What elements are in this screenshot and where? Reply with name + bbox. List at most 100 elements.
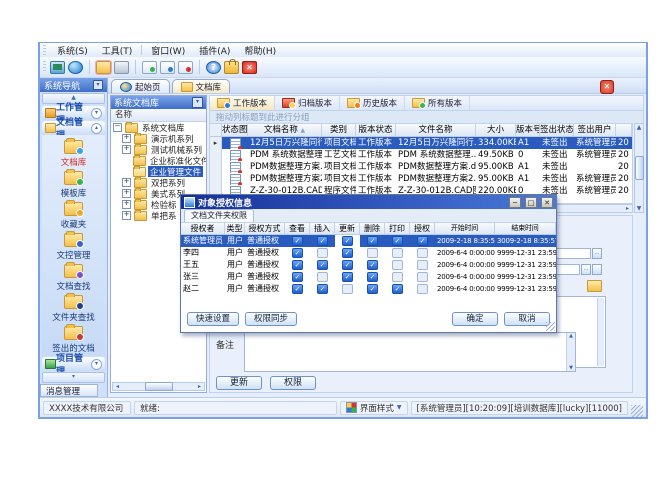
scroll-thumb[interactable] (635, 156, 644, 180)
checkbox-checked[interactable]: ✓ (292, 260, 303, 270)
scroll-right-icon[interactable]: ▸ (195, 383, 204, 390)
collapse-icon[interactable]: − (113, 123, 122, 132)
perm-sync-button[interactable]: 权限同步 (245, 312, 297, 326)
scroll-down-icon[interactable]: ▼ (635, 205, 643, 212)
column-checkout-user[interactable]: 签出用户 (574, 124, 616, 137)
checkbox-checked[interactable]: ✓ (367, 284, 378, 294)
tree-item[interactable]: +演示机系列 (111, 133, 206, 144)
doc-view-icon[interactable] (160, 61, 175, 74)
column-file-name[interactable]: 文件名称 (396, 124, 476, 137)
expand-icon[interactable]: + (122, 134, 131, 143)
ellipsis-button[interactable]: … (581, 264, 591, 275)
sidebar-item-favorites[interactable]: 收藏夹 (42, 201, 105, 232)
sidebar-item-folder-search[interactable]: 文件夹查找 (42, 294, 105, 325)
indicator-column-header[interactable] (210, 124, 222, 137)
sidebar-scroll-down[interactable]: ▾ (42, 372, 105, 383)
detail-input[interactable] (556, 264, 580, 275)
checkbox-unchecked[interactable] (392, 260, 403, 270)
checkbox-checked[interactable]: ✓ (367, 260, 378, 270)
maximize-icon[interactable]: □ (525, 197, 537, 208)
folder-browse-icon[interactable] (587, 280, 602, 292)
resize-grip[interactable] (631, 405, 643, 417)
sidebar-item-doc-library[interactable]: 文档库 (42, 139, 105, 170)
menu-plugins[interactable]: 插件(A) (192, 44, 237, 57)
menu-tools[interactable]: 工具(T) (95, 44, 140, 57)
quick-setup-button[interactable]: 快速设置 (187, 312, 239, 326)
resize-grip[interactable] (546, 322, 555, 331)
column-insert[interactable]: 插入 (310, 223, 335, 235)
checkbox-unchecked[interactable] (317, 248, 328, 258)
minimize-icon[interactable]: ─ (509, 197, 521, 208)
column-end-time[interactable]: 结束时间 (495, 223, 556, 235)
tree-item[interactable]: +双把系列 (111, 177, 206, 188)
checkbox-checked[interactable]: ✓ (292, 236, 303, 246)
checkbox-checked[interactable]: ✓ (292, 248, 303, 258)
checkbox-unchecked[interactable] (392, 248, 403, 258)
perm-row[interactable]: 赵二用户普通授权✓✓✓✓2009-6-4 0:00:009999-12-31 2… (181, 283, 556, 295)
group-by-bar[interactable]: 拖动列标题到此进行分组 (209, 110, 644, 123)
menu-help[interactable]: 帮助(H) (237, 44, 283, 57)
checkbox-checked[interactable]: ✓ (417, 236, 428, 246)
checkbox-checked[interactable]: ✓ (342, 236, 353, 246)
table-row[interactable]: PDM 系统数据整理检…工艺文档工作版本PDM 系统数据整理…49.50KB0未… (210, 149, 632, 161)
tab-history-version[interactable]: 历史版本 (340, 96, 405, 110)
detail-input[interactable] (556, 248, 591, 259)
column-delete[interactable]: 删除 (360, 223, 385, 235)
close-icon[interactable]: ✕ (541, 197, 553, 208)
scroll-left-icon[interactable]: ◂ (113, 383, 122, 390)
tab-work-version[interactable]: 工作版本 (210, 96, 275, 110)
column-print[interactable]: 打印 (385, 223, 410, 235)
column-size[interactable]: 大小 (476, 124, 516, 137)
table-row[interactable]: PDM数据整理方案.doc项目文档工作版本PDM数据整理方案.doc95.00K… (210, 161, 632, 173)
column-type[interactable]: 类型 (225, 223, 245, 235)
expand-icon[interactable]: + (122, 178, 131, 187)
printer-icon[interactable] (114, 61, 129, 74)
menu-system[interactable]: 系统(S) (50, 44, 95, 57)
tree-item[interactable]: 企业管理文件 (111, 166, 206, 177)
column-update[interactable]: 更新 (335, 223, 360, 235)
checkbox-unchecked[interactable] (417, 248, 428, 258)
scroll-up-icon[interactable]: ▲ (567, 333, 575, 339)
help-icon[interactable]: ? (206, 61, 221, 74)
lock-icon[interactable] (224, 61, 239, 74)
chevron-down-icon[interactable]: ▾ (91, 108, 102, 119)
computer-icon[interactable] (50, 61, 65, 74)
perm-row[interactable]: 系统管理员用户普通授权✓✓✓✓✓✓2009-2-18 8:35:573009-2… (181, 235, 556, 247)
ui-style-selector[interactable]: 界面样式 ▼ (340, 401, 408, 415)
tree-item[interactable]: 企业标准化文件 (111, 155, 206, 166)
column-checkout-state[interactable]: 签出状态 (540, 124, 574, 137)
note-textarea[interactable]: ▲▼ (244, 332, 576, 372)
checkbox-checked[interactable]: ✓ (317, 236, 328, 246)
doc-close-icon[interactable] (178, 61, 193, 74)
tree-horizontal-scrollbar[interactable]: ◂ ▸ (112, 382, 205, 391)
sidebar-item-doc-search[interactable]: 文档查找 (42, 263, 105, 294)
doc-new-icon[interactable] (142, 61, 157, 74)
folder-open-icon[interactable] (96, 61, 111, 74)
tab-archive-version[interactable]: 归档版本 (275, 96, 340, 110)
checkbox-checked[interactable]: ✓ (342, 272, 353, 282)
checkbox-checked[interactable]: ✓ (317, 284, 328, 294)
perm-row[interactable]: 李四用户普通授权✓✓2009-6-4 0:00:009999-12-31 23:… (181, 247, 556, 259)
clear-button[interactable] (592, 264, 602, 275)
column-authorize[interactable]: 授权 (410, 223, 435, 235)
column-doc-name[interactable]: 文档名称 ▲ (248, 124, 322, 137)
chevron-down-icon[interactable]: ▾ (192, 97, 203, 108)
stop-icon[interactable]: ✕ (242, 61, 257, 74)
column-clipped[interactable] (616, 124, 632, 137)
sidebar-item-doc-control[interactable]: 文控管理 (42, 232, 105, 263)
table-vertical-scrollbar[interactable]: ▲ ▼ (634, 123, 644, 213)
checkbox-checked[interactable]: ✓ (317, 260, 328, 270)
update-button[interactable]: 更新 (216, 376, 262, 390)
tree-item[interactable]: +测试机械系列 (111, 144, 206, 155)
column-status-icon[interactable]: 状态图 (222, 124, 248, 137)
scroll-up-icon[interactable]: ▲ (635, 124, 643, 131)
message-management-tab[interactable]: 消息管理 (40, 384, 98, 397)
sidebar-section-docs[interactable]: 文档管理 ▴ (42, 121, 105, 135)
expand-icon[interactable]: + (122, 189, 131, 198)
tab-doc-library[interactable]: 文档库 (172, 79, 231, 93)
checkbox-checked[interactable]: ✓ (292, 284, 303, 294)
checkbox-checked[interactable]: ✓ (367, 236, 378, 246)
checkbox-checked[interactable]: ✓ (342, 260, 353, 270)
checkbox-checked[interactable]: ✓ (392, 284, 403, 294)
checkbox-unchecked[interactable] (367, 248, 378, 258)
